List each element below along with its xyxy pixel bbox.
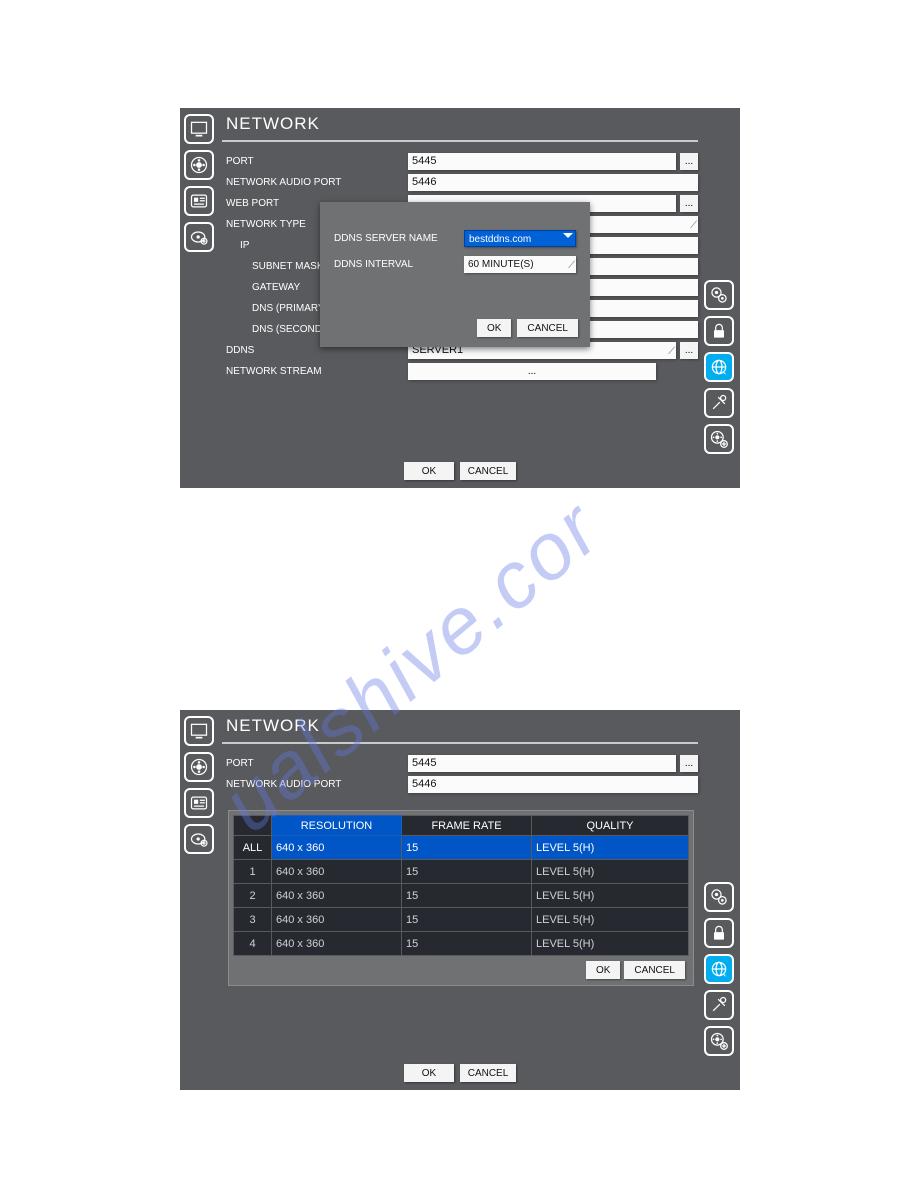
upgrade-icon[interactable] bbox=[704, 424, 734, 454]
cell-framerate[interactable]: 15 bbox=[402, 908, 532, 932]
port-field[interactable]: 5445 bbox=[408, 153, 676, 170]
ddns-interval-label: DDNS INTERVAL bbox=[334, 259, 464, 270]
web-port-more-button[interactable]: ... bbox=[680, 195, 698, 212]
audio-port-label: NETWORK AUDIO PORT bbox=[222, 779, 408, 790]
display-icon[interactable] bbox=[184, 114, 214, 144]
divider bbox=[222, 140, 698, 142]
ddns-ok-button[interactable]: OK bbox=[477, 319, 511, 337]
cell-framerate[interactable]: 15 bbox=[402, 860, 532, 884]
col-channel bbox=[234, 816, 272, 836]
cell-quality[interactable]: LEVEL 5(H) bbox=[532, 908, 689, 932]
device-icon[interactable] bbox=[184, 186, 214, 216]
storage-icon[interactable] bbox=[184, 824, 214, 854]
ddns-dialog: DDNS SERVER NAME bestddns.com DDNS INTER… bbox=[320, 202, 590, 347]
audio-port-field[interactable]: 5446 bbox=[408, 776, 698, 793]
port-more-button[interactable]: ... bbox=[680, 153, 698, 170]
table-row[interactable]: 2640 x 36015LEVEL 5(H) bbox=[234, 884, 689, 908]
cancel-button[interactable]: CANCEL bbox=[460, 1064, 516, 1082]
right-nav bbox=[704, 882, 734, 1056]
cell-channel: 3 bbox=[234, 908, 272, 932]
cell-resolution[interactable]: 640 x 360 bbox=[272, 884, 402, 908]
cell-channel: ALL bbox=[234, 836, 272, 860]
cell-quality[interactable]: LEVEL 5(H) bbox=[532, 932, 689, 956]
stream-field[interactable]: ... bbox=[408, 363, 656, 380]
network-panel-stream: NETWORK PORT 5445 ... NETWORK AUDIO PORT… bbox=[180, 710, 740, 1090]
port-label: PORT bbox=[222, 758, 408, 769]
cell-channel: 2 bbox=[234, 884, 272, 908]
cell-resolution[interactable]: 640 x 360 bbox=[272, 932, 402, 956]
cell-framerate[interactable]: 15 bbox=[402, 932, 532, 956]
table-row[interactable]: 3640 x 36015LEVEL 5(H) bbox=[234, 908, 689, 932]
col-quality[interactable]: QUALITY bbox=[532, 816, 689, 836]
record-icon[interactable] bbox=[184, 150, 214, 180]
ok-button[interactable]: OK bbox=[404, 1064, 454, 1082]
stream-ok-button[interactable]: OK bbox=[586, 961, 620, 979]
stream-dialog: RESOLUTION FRAME RATE QUALITY ALL640 x 3… bbox=[228, 810, 694, 986]
tools-icon[interactable] bbox=[704, 990, 734, 1020]
port-label: PORT bbox=[222, 156, 408, 167]
page-title: NETWORK bbox=[222, 712, 698, 742]
table-row[interactable]: 1640 x 36015LEVEL 5(H) bbox=[234, 860, 689, 884]
col-framerate[interactable]: FRAME RATE bbox=[402, 816, 532, 836]
upgrade-icon[interactable] bbox=[704, 1026, 734, 1056]
cell-framerate[interactable]: 15 bbox=[402, 884, 532, 908]
stream-label: NETWORK STREAM bbox=[222, 366, 408, 377]
col-resolution[interactable]: RESOLUTION bbox=[272, 816, 402, 836]
network-icon[interactable] bbox=[704, 954, 734, 984]
divider bbox=[222, 742, 698, 744]
cell-resolution[interactable]: 640 x 360 bbox=[272, 836, 402, 860]
network-panel-ddns: NETWORK PORT 5445 ... NETWORK AUDIO PORT… bbox=[180, 108, 740, 488]
record-icon[interactable] bbox=[184, 752, 214, 782]
system-icon[interactable] bbox=[704, 280, 734, 310]
cell-framerate[interactable]: 15 bbox=[402, 836, 532, 860]
audio-port-field[interactable]: 5446 bbox=[408, 174, 698, 191]
ok-button[interactable]: OK bbox=[404, 462, 454, 480]
cell-resolution[interactable]: 640 x 360 bbox=[272, 860, 402, 884]
security-icon[interactable] bbox=[704, 316, 734, 346]
tools-icon[interactable] bbox=[704, 388, 734, 418]
cell-quality[interactable]: LEVEL 5(H) bbox=[532, 836, 689, 860]
page-title: NETWORK bbox=[222, 110, 698, 140]
security-icon[interactable] bbox=[704, 918, 734, 948]
cell-resolution[interactable]: 640 x 360 bbox=[272, 908, 402, 932]
cell-quality[interactable]: LEVEL 5(H) bbox=[532, 884, 689, 908]
cell-quality[interactable]: LEVEL 5(H) bbox=[532, 860, 689, 884]
cancel-button[interactable]: CANCEL bbox=[460, 462, 516, 480]
stream-cancel-button[interactable]: CANCEL bbox=[624, 961, 685, 979]
ddns-cancel-button[interactable]: CANCEL bbox=[517, 319, 578, 337]
cell-channel: 4 bbox=[234, 932, 272, 956]
display-icon[interactable] bbox=[184, 716, 214, 746]
ddns-interval-select[interactable]: 60 MINUTE(S)⁄ bbox=[464, 256, 576, 273]
ddns-server-label: DDNS SERVER NAME bbox=[334, 233, 464, 244]
left-nav bbox=[184, 716, 214, 854]
ddns-more-button[interactable]: ... bbox=[680, 342, 698, 359]
left-nav bbox=[184, 114, 214, 252]
system-icon[interactable] bbox=[704, 882, 734, 912]
storage-icon[interactable] bbox=[184, 222, 214, 252]
table-row[interactable]: 4640 x 36015LEVEL 5(H) bbox=[234, 932, 689, 956]
network-icon[interactable] bbox=[704, 352, 734, 382]
port-field[interactable]: 5445 bbox=[408, 755, 676, 772]
device-icon[interactable] bbox=[184, 788, 214, 818]
audio-port-label: NETWORK AUDIO PORT bbox=[222, 177, 408, 188]
cell-channel: 1 bbox=[234, 860, 272, 884]
port-more-button[interactable]: ... bbox=[680, 755, 698, 772]
stream-table: RESOLUTION FRAME RATE QUALITY ALL640 x 3… bbox=[233, 815, 689, 956]
table-row[interactable]: ALL640 x 36015LEVEL 5(H) bbox=[234, 836, 689, 860]
right-nav bbox=[704, 280, 734, 454]
ddns-server-select[interactable]: bestddns.com bbox=[464, 230, 576, 247]
